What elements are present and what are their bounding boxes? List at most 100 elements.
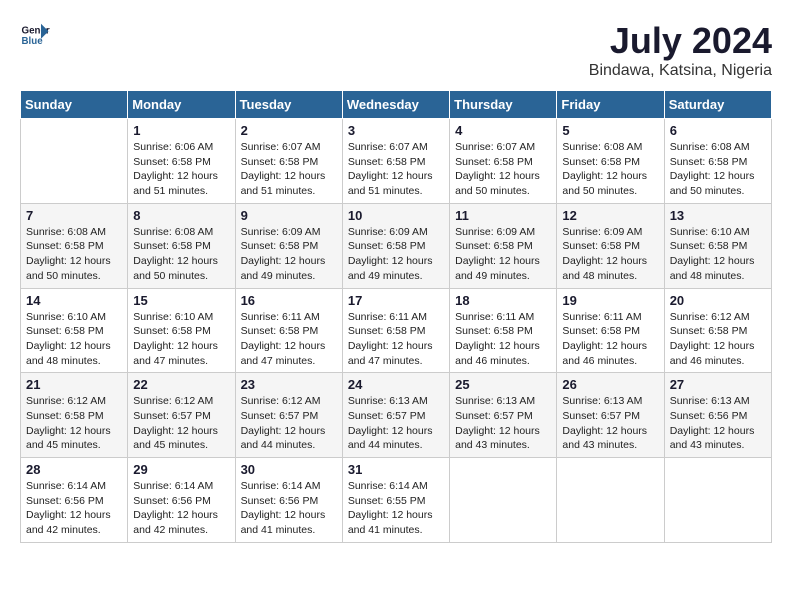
cell-info: Sunrise: 6:12 AMSunset: 6:58 PMDaylight:… [670,310,766,369]
calendar-cell [450,458,557,543]
calendar-cell: 29Sunrise: 6:14 AMSunset: 6:56 PMDayligh… [128,458,235,543]
day-number: 23 [241,377,337,392]
day-number: 6 [670,123,766,138]
cell-info: Sunrise: 6:13 AMSunset: 6:57 PMDaylight:… [562,394,658,453]
calendar-cell: 11 Sunrise: 6:09 AMSunset: 6:58 PMDayligh… [450,203,557,288]
location: Bindawa, Katsina, Nigeria [589,62,772,80]
calendar-cell: 24Sunrise: 6:13 AMSunset: 6:57 PMDayligh… [342,373,449,458]
day-number: 12 [562,208,658,223]
cell-info: Sunrise: 6:11 AMSunset: 6:58 PMDaylight:… [348,310,444,369]
calendar-cell: 23 Sunrise: 6:12 AMSunset: 6:57 PMDayligh… [235,373,342,458]
cell-info: Sunrise: 6:06 AMSunset: 6:58 PMDaylight:… [133,140,229,199]
day-number: 22 [133,377,229,392]
cell-info: Sunrise: 6:14 AMSunset: 6:56 PMDaylight:… [26,479,122,538]
calendar-cell: 3 Sunrise: 6:07 AMSunset: 6:58 PMDaylight… [342,119,449,204]
calendar-cell: 10 Sunrise: 6:09 AMSunset: 6:58 PMDayligh… [342,203,449,288]
calendar-cell: 21Sunrise: 6:12 AMSunset: 6:58 PMDayligh… [21,373,128,458]
weekday-header: Wednesday [342,91,449,119]
cell-info: Sunrise: 6:12 AMSunset: 6:57 PMDaylight:… [133,394,229,453]
calendar-cell: 19 Sunrise: 6:11 AMSunset: 6:58 PMDayligh… [557,288,664,373]
calendar-cell: 28 Sunrise: 6:14 AMSunset: 6:56 PMDayligh… [21,458,128,543]
calendar-cell: 12 Sunrise: 6:09 AMSunset: 6:58 PMDayligh… [557,203,664,288]
cell-info: Sunrise: 6:12 AMSunset: 6:57 PMDaylight:… [241,394,337,453]
cell-info: Sunrise: 6:07 AMSunset: 6:58 PMDaylight:… [348,140,444,199]
calendar-cell: 26Sunrise: 6:13 AMSunset: 6:57 PMDayligh… [557,373,664,458]
cell-info: Sunrise: 6:13 AMSunset: 6:57 PMDaylight:… [455,394,551,453]
cell-info: Sunrise: 6:08 AMSunset: 6:58 PMDaylight:… [562,140,658,199]
cell-info: Sunrise: 6:11 AMSunset: 6:58 PMDaylight:… [455,310,551,369]
calendar-week-row: 1 Sunrise: 6:06 AMSunset: 6:58 PMDaylight… [21,119,772,204]
weekday-header-row: SundayMondayTuesdayWednesdayThursdayFrid… [21,91,772,119]
svg-text:Blue: Blue [22,36,44,47]
day-number: 2 [241,123,337,138]
day-number: 5 [562,123,658,138]
day-number: 24 [348,377,444,392]
day-number: 20 [670,293,766,308]
calendar-cell: 17Sunrise: 6:11 AMSunset: 6:58 PMDayligh… [342,288,449,373]
calendar-table: SundayMondayTuesdayWednesdayThursdayFrid… [20,90,772,543]
day-number: 25 [455,377,551,392]
cell-info: Sunrise: 6:08 AMSunset: 6:58 PMDaylight:… [26,225,122,284]
cell-info: Sunrise: 6:14 AMSunset: 6:56 PMDaylight:… [241,479,337,538]
cell-info: Sunrise: 6:11 AMSunset: 6:58 PMDaylight:… [562,310,658,369]
cell-info: Sunrise: 6:13 AMSunset: 6:56 PMDaylight:… [670,394,766,453]
day-number: 7 [26,208,122,223]
day-number: 15 [133,293,229,308]
calendar-cell [557,458,664,543]
calendar-cell: 31Sunrise: 6:14 AMSunset: 6:55 PMDayligh… [342,458,449,543]
weekday-header: Friday [557,91,664,119]
calendar-cell [664,458,771,543]
calendar-cell: 15 Sunrise: 6:10 AMSunset: 6:58 PMDayligh… [128,288,235,373]
day-number: 10 [348,208,444,223]
day-number: 18 [455,293,551,308]
day-number: 3 [348,123,444,138]
calendar-cell: 13 Sunrise: 6:10 AMSunset: 6:58 PMDayligh… [664,203,771,288]
day-number: 8 [133,208,229,223]
cell-info: Sunrise: 6:09 AMSunset: 6:58 PMDaylight:… [348,225,444,284]
cell-info: Sunrise: 6:07 AMSunset: 6:58 PMDaylight:… [455,140,551,199]
day-number: 14 [26,293,122,308]
cell-info: Sunrise: 6:09 AMSunset: 6:58 PMDaylight:… [562,225,658,284]
weekday-header: Thursday [450,91,557,119]
cell-info: Sunrise: 6:08 AMSunset: 6:58 PMDaylight:… [133,225,229,284]
day-number: 16 [241,293,337,308]
day-number: 28 [26,462,122,477]
title-block: July 2024 Bindawa, Katsina, Nigeria [589,20,772,80]
logo: General Blue [20,20,50,50]
cell-info: Sunrise: 6:10 AMSunset: 6:58 PMDaylight:… [670,225,766,284]
calendar-cell: 8 Sunrise: 6:08 AMSunset: 6:58 PMDaylight… [128,203,235,288]
calendar-cell: 9Sunrise: 6:09 AMSunset: 6:58 PMDaylight… [235,203,342,288]
calendar-cell: 1 Sunrise: 6:06 AMSunset: 6:58 PMDaylight… [128,119,235,204]
day-number: 13 [670,208,766,223]
page-header: General Blue July 2024 Bindawa, Katsina,… [20,20,772,80]
day-number: 1 [133,123,229,138]
day-number: 4 [455,123,551,138]
cell-info: Sunrise: 6:09 AMSunset: 6:58 PMDaylight:… [241,225,337,284]
cell-info: Sunrise: 6:09 AMSunset: 6:58 PMDaylight:… [455,225,551,284]
calendar-cell: 22 Sunrise: 6:12 AMSunset: 6:57 PMDayligh… [128,373,235,458]
day-number: 30 [241,462,337,477]
day-number: 19 [562,293,658,308]
day-number: 29 [133,462,229,477]
cell-info: Sunrise: 6:10 AMSunset: 6:58 PMDaylight:… [133,310,229,369]
calendar-week-row: 28 Sunrise: 6:14 AMSunset: 6:56 PMDayligh… [21,458,772,543]
calendar-cell: 16 Sunrise: 6:11 AMSunset: 6:58 PMDayligh… [235,288,342,373]
calendar-cell: 25 Sunrise: 6:13 AMSunset: 6:57 PMDayligh… [450,373,557,458]
weekday-header: Saturday [664,91,771,119]
cell-info: Sunrise: 6:10 AMSunset: 6:58 PMDaylight:… [26,310,122,369]
cell-info: Sunrise: 6:11 AMSunset: 6:58 PMDaylight:… [241,310,337,369]
calendar-cell: 7 Sunrise: 6:08 AMSunset: 6:58 PMDaylight… [21,203,128,288]
weekday-header: Sunday [21,91,128,119]
calendar-cell: 6 Sunrise: 6:08 AMSunset: 6:58 PMDaylight… [664,119,771,204]
day-number: 11 [455,208,551,223]
cell-info: Sunrise: 6:08 AMSunset: 6:58 PMDaylight:… [670,140,766,199]
day-number: 27 [670,377,766,392]
cell-info: Sunrise: 6:14 AMSunset: 6:55 PMDaylight:… [348,479,444,538]
calendar-cell: 2Sunrise: 6:07 AMSunset: 6:58 PMDaylight… [235,119,342,204]
calendar-cell [21,119,128,204]
calendar-cell: 18 Sunrise: 6:11 AMSunset: 6:58 PMDayligh… [450,288,557,373]
day-number: 21 [26,377,122,392]
calendar-cell: 5 Sunrise: 6:08 AMSunset: 6:58 PMDaylight… [557,119,664,204]
calendar-cell: 4 Sunrise: 6:07 AMSunset: 6:58 PMDaylight… [450,119,557,204]
calendar-cell: 27 Sunrise: 6:13 AMSunset: 6:56 PMDayligh… [664,373,771,458]
